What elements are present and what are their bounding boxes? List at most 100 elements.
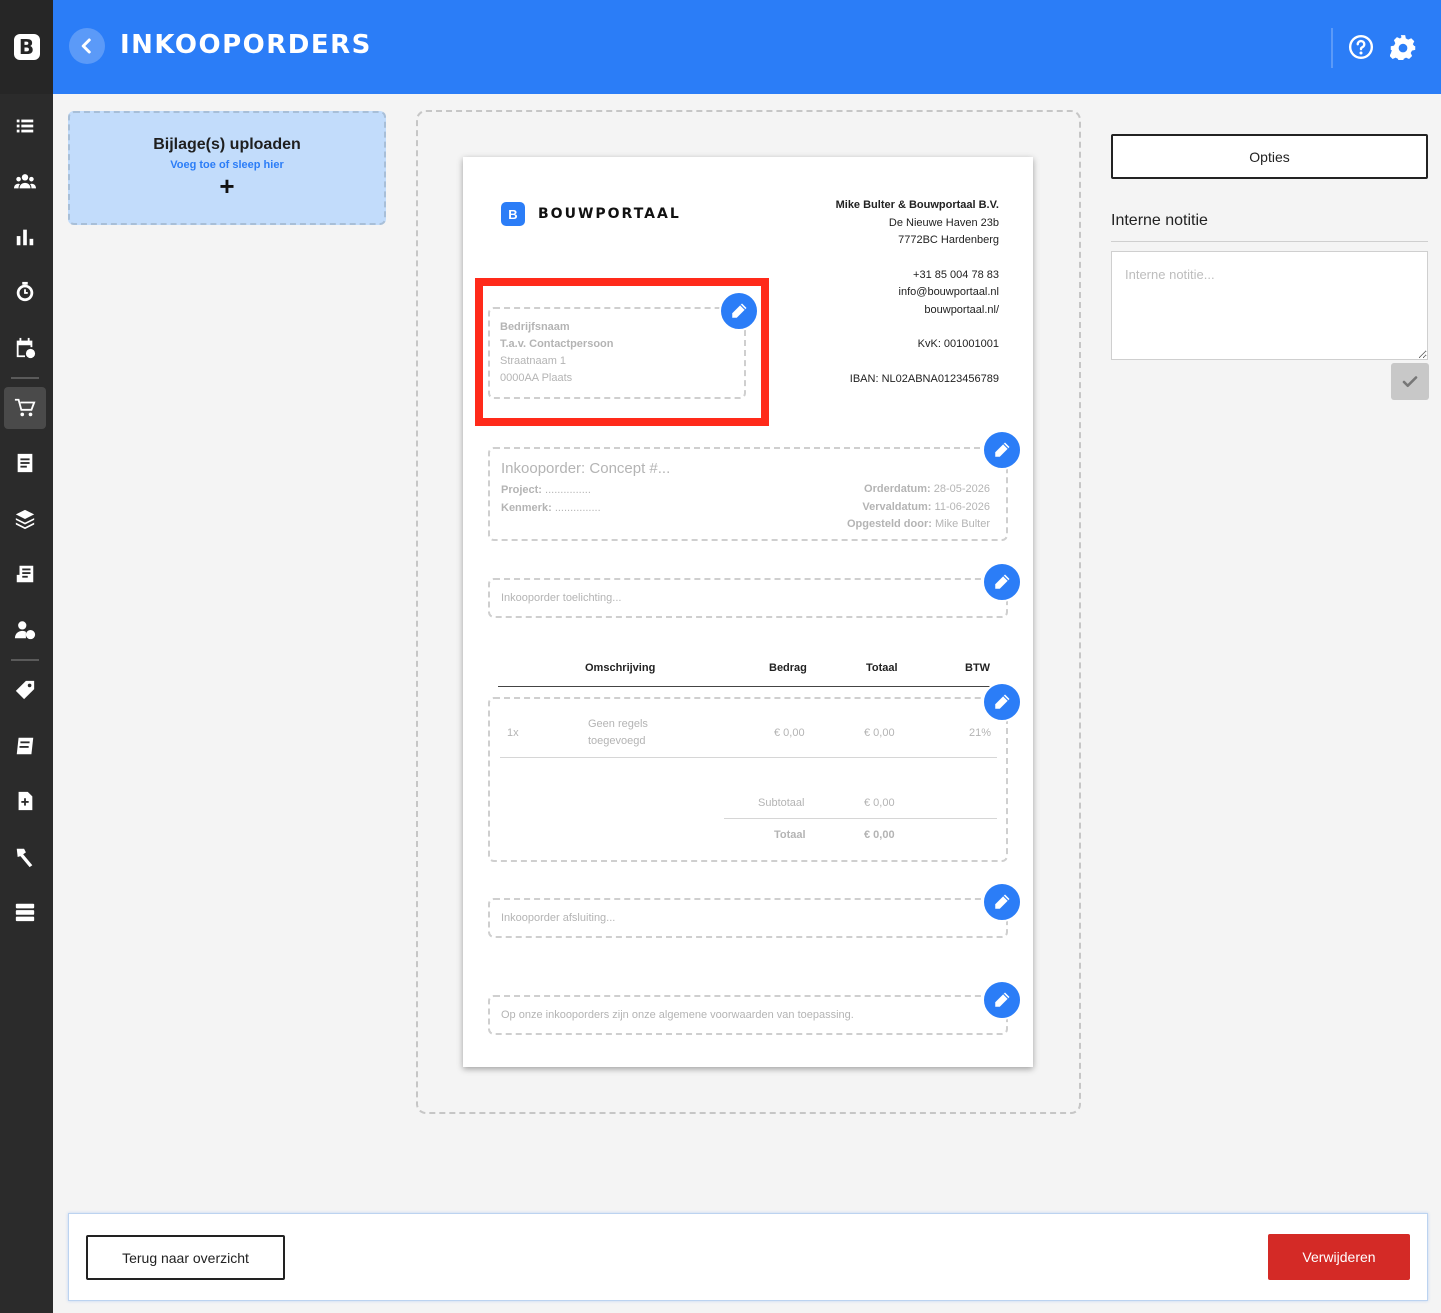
tag-icon	[15, 680, 35, 700]
company-city: 7772BC Hardenberg	[898, 234, 999, 246]
edit-terms-button[interactable]	[982, 980, 1022, 1020]
line-btw: 21%	[969, 727, 992, 739]
edit-order-lines-button[interactable]	[982, 682, 1022, 722]
pencil-icon	[995, 574, 1010, 589]
order-lines-header: Omschrijving Bedrag Totaal BTW	[498, 662, 1008, 687]
server-icon	[15, 903, 35, 922]
kenmerk-label: Kenmerk:	[501, 502, 552, 514]
pencil-icon	[732, 303, 747, 318]
back-to-overview-button[interactable]: Terug naar overzicht	[86, 1235, 285, 1280]
users-icon	[14, 174, 36, 189]
terms-block[interactable]: Op onze inkooporders zijn onze algemene …	[488, 995, 1008, 1035]
total-divider	[724, 818, 997, 819]
list-icon	[16, 119, 34, 133]
line-qty: 1x	[507, 727, 519, 739]
file-plus-icon	[18, 791, 33, 811]
action-footer: Terug naar overzicht Verwijderen	[68, 1213, 1428, 1301]
sidebar-item-prices[interactable]	[4, 669, 46, 711]
back-button[interactable]	[69, 28, 105, 64]
edit-closing-button[interactable]	[982, 882, 1022, 922]
pencil-icon	[995, 992, 1010, 1007]
logo-letter: B	[13, 34, 40, 60]
brand-name: BOUWPORTAAL	[538, 206, 681, 222]
brand-logo: B BOUWPORTAAL	[501, 202, 681, 226]
sidebar-item-tools[interactable]	[4, 836, 46, 878]
sidebar-item-database[interactable]	[4, 891, 46, 933]
company-email: info@bouwportaal.nl	[898, 286, 999, 298]
order-left-fields: Project: ............... Kenmerk: ......…	[501, 481, 601, 517]
orderdatum-value: 28-05-2026	[933, 483, 990, 495]
sidebar-item-documents[interactable]	[4, 780, 46, 822]
project-value: ...............	[545, 484, 591, 496]
app-logo[interactable]: B	[0, 0, 53, 94]
col-omschrijving: Omschrijving	[585, 662, 656, 674]
sidebar-item-catalog[interactable]	[4, 725, 46, 767]
company-street: De Nieuwe Haven 23b	[888, 216, 999, 229]
line-totaal: € 0,00	[864, 727, 895, 739]
sidebar-item-users[interactable]	[4, 160, 46, 202]
settings-button[interactable]	[1389, 33, 1417, 61]
sidebar: B	[0, 0, 53, 1313]
calendar-icon	[16, 337, 36, 359]
order-closing-block[interactable]: Inkooporder afsluiting...	[488, 898, 1008, 938]
col-btw: BTW	[965, 662, 991, 674]
layers-icon	[15, 509, 35, 530]
sidebar-item-news[interactable]	[4, 553, 46, 595]
timer-icon	[16, 281, 34, 302]
vervaldatum-value: 11-06-2026	[934, 500, 990, 513]
col-totaal: Totaal	[866, 662, 898, 674]
check-icon	[1402, 375, 1418, 387]
edit-order-info-button[interactable]	[982, 430, 1022, 470]
chevron-left-icon	[81, 38, 91, 54]
attachment-upload-dropzone[interactable]: Bijlage(s) uploaden Voeg toe of sleep hi…	[68, 111, 386, 225]
order-right-fields: Orderdatum: 28-05-2026 Vervaldatum: 11-0…	[847, 481, 990, 534]
order-info-block[interactable]: Inkooporder: Concept #... Project: .....…	[488, 447, 1008, 541]
project-label: Project:	[501, 484, 542, 496]
company-website: bouwportaal.nl/	[924, 303, 999, 316]
bar-chart-icon	[16, 229, 34, 246]
purchase-order-preview: B BOUWPORTAAL Mike Bulter & Bouwportaal …	[463, 157, 1033, 1067]
internal-note-input[interactable]	[1111, 251, 1428, 360]
sidebar-item-planning[interactable]	[4, 327, 46, 369]
order-title: Inkooporder: Concept #...	[501, 460, 671, 477]
plus-icon: +	[219, 171, 235, 201]
sidebar-item-time[interactable]	[4, 271, 46, 313]
company-kvk: KvK: 001001001	[917, 338, 999, 350]
save-note-button[interactable]	[1391, 363, 1429, 400]
order-description-block[interactable]: Inkooporder toelichting...	[488, 578, 1008, 618]
internal-note-divider	[1111, 241, 1428, 242]
upload-title: Bijlage(s) uploaden	[153, 136, 301, 153]
edit-recipient-button[interactable]	[719, 291, 759, 331]
catalog-icon	[16, 737, 34, 755]
help-button[interactable]	[1347, 33, 1375, 61]
col-bedrag: Bedrag	[769, 662, 807, 674]
sidebar-item-reports[interactable]	[4, 216, 46, 258]
upload-subtitle: Voeg toe of sleep hier	[170, 159, 284, 171]
sidebar-item-purchase-orders[interactable]	[4, 387, 46, 429]
tools-icon	[16, 848, 33, 868]
cart-icon	[14, 398, 36, 417]
internal-note-title: Interne notitie	[1111, 212, 1208, 229]
sidebar-item-list[interactable]	[4, 105, 46, 147]
sidebar-item-layers[interactable]	[4, 498, 46, 540]
delete-button[interactable]: Verwijderen	[1268, 1234, 1410, 1280]
sidebar-item-employees[interactable]	[4, 609, 46, 651]
company-name: Mike Bulter & Bouwportaal B.V.	[835, 199, 999, 211]
brand-mark: B	[501, 202, 525, 226]
opgesteld-value: Mike Bulter	[934, 518, 990, 530]
user-clock-icon	[14, 621, 36, 640]
order-lines-block[interactable]: 1x Geen regels toegevoegd € 0,00 € 0,00 …	[488, 697, 1008, 862]
sidebar-item-invoices[interactable]	[4, 442, 46, 484]
receipt-icon	[17, 453, 33, 473]
line-desc-1: Geen regels	[588, 718, 648, 730]
header-separator	[1331, 28, 1333, 68]
company-phone: +31 85 004 78 83	[913, 268, 999, 281]
edit-description-button[interactable]	[982, 562, 1022, 602]
pencil-icon	[995, 442, 1010, 457]
options-button[interactable]: Opties	[1111, 134, 1428, 179]
sidebar-separator	[11, 659, 39, 661]
pencil-icon	[995, 694, 1010, 709]
top-header: INKOOPORDERS	[53, 0, 1441, 94]
sidebar-separator	[11, 377, 39, 379]
news-icon	[16, 565, 34, 583]
